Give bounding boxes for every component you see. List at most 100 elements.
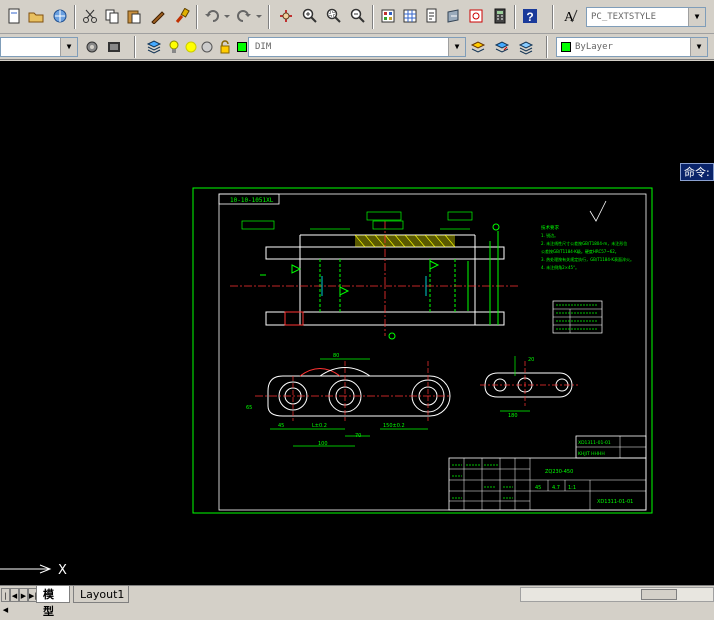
sun-icon[interactable]: [184, 37, 198, 57]
tool-palettes-icon[interactable]: [422, 6, 442, 26]
note-line: 1. 锐边。: [541, 232, 558, 238]
color-combo[interactable]: ByLayer ▼: [556, 37, 708, 57]
zoom-previous-icon[interactable]: [348, 6, 368, 26]
tab-model[interactable]: 模型: [36, 586, 70, 618]
horizontal-scrollbar[interactable]: [520, 587, 714, 602]
dim-label: 70: [355, 433, 361, 439]
match-properties-icon[interactable]: [148, 6, 168, 26]
command-prompt: 命令:: [684, 166, 710, 179]
note-line: 2. 未注线性尺寸公差按GB/T1804-m，未注形位: [541, 240, 627, 246]
pan-icon[interactable]: [276, 6, 296, 26]
color-swatch: [561, 41, 571, 52]
undo-icon[interactable]: [202, 6, 222, 26]
toolbar-separator: [552, 5, 554, 29]
layer-states-icon[interactable]: [516, 37, 536, 57]
scale: 1:1: [568, 485, 576, 491]
freeze-icon[interactable]: [200, 37, 214, 57]
fit-table: [552, 300, 603, 334]
redo-icon[interactable]: [234, 6, 254, 26]
workspace-combo[interactable]: ▼: [0, 37, 78, 57]
layer-combo[interactable]: DIM ▼: [248, 37, 466, 57]
help-icon[interactable]: ?: [520, 6, 540, 26]
open-file-icon[interactable]: [26, 6, 46, 26]
title-tag: 10-10-1051XL: [230, 197, 274, 204]
layers-toolbar: ▼ DIM ▼ ByLayer ▼: [0, 34, 714, 60]
dim-label: 100: [318, 441, 328, 447]
company-name: KHJIT HHHH: [578, 451, 605, 457]
layer-previous-icon[interactable]: [492, 37, 512, 57]
ucs-icon: X: [0, 563, 67, 578]
notes-title: 技术要求: [541, 224, 559, 231]
standard-toolbar: ? A PC_TEXTSTYLE ▼: [0, 0, 714, 34]
dim-label: 150±0.2: [383, 423, 405, 429]
dim-label: 180: [508, 413, 518, 419]
count: 4.7: [552, 485, 560, 491]
zoom-realtime-icon[interactable]: [300, 6, 320, 26]
side-view: 180 20: [480, 356, 578, 419]
calculator-icon[interactable]: [490, 6, 510, 26]
prev-tab-icon[interactable]: ◀: [10, 588, 19, 602]
chevron-down-icon[interactable]: ▼: [60, 38, 77, 56]
chevron-down-icon[interactable]: ▼: [688, 8, 705, 26]
title-block: ZQ230-450 XD1311-01-01 XD1311-01-01 KHJI…: [448, 435, 647, 511]
toolbar-separator: [514, 5, 516, 29]
workspace-settings-icon[interactable]: [82, 37, 102, 57]
chevron-down-icon[interactable]: ▼: [690, 38, 707, 56]
material: 45: [535, 485, 541, 491]
dim-label: L±0.2: [312, 423, 327, 429]
zoom-window-icon[interactable]: [324, 6, 344, 26]
toolbar-separator: [268, 5, 270, 29]
sheet-set-icon[interactable]: [444, 6, 464, 26]
redo-dropdown-icon[interactable]: [254, 6, 264, 26]
note-line: 公差按GB/T1184-K级。硬度HRC57~62。: [541, 248, 619, 254]
tab-model-label: 模型: [43, 588, 54, 618]
top-view: [230, 211, 520, 340]
lightbulb-icon[interactable]: [168, 37, 180, 57]
model-space-canvas[interactable]: 10-10-1051XL 技术要求 1. 锐边。 2. 未注线性尺寸公差按GB/…: [0, 61, 714, 585]
chevron-down-icon[interactable]: ▼: [448, 38, 465, 56]
layout-tab-bar: |◀ ◀ ▶ ▶| 模型 Layout1: [0, 585, 714, 618]
dim-label: 20: [528, 357, 534, 363]
markup-icon[interactable]: [466, 6, 486, 26]
cut-icon[interactable]: [80, 6, 100, 26]
color-square-icon: [236, 37, 248, 57]
tab-layout1-label: Layout1: [80, 588, 125, 601]
front-view: 80 45 65 L±0.2 150±0.2 100 70: [246, 353, 451, 447]
copy-icon[interactable]: [102, 6, 122, 26]
toolbar-separator: [546, 36, 548, 58]
properties-icon[interactable]: [378, 6, 398, 26]
text-style-icon[interactable]: A: [560, 6, 580, 26]
paste-icon[interactable]: [124, 6, 144, 26]
tab-layout1[interactable]: Layout1: [73, 586, 129, 603]
toolbar-separator: [74, 5, 76, 29]
svg-text:?: ?: [526, 10, 533, 24]
layer-properties-icon[interactable]: [144, 37, 164, 57]
drawing-number-small: XD1311-01-01: [578, 440, 611, 446]
dim-label: 65: [246, 405, 252, 411]
brush-icon[interactable]: [172, 6, 192, 26]
text-style-combo[interactable]: PC_TEXTSTYLE ▼: [586, 7, 706, 27]
first-tab-icon[interactable]: |◀: [1, 588, 10, 614]
note-line: 4. 未注倒角2×45°。: [541, 264, 579, 270]
part-name: ZQ230-450: [545, 469, 573, 475]
technical-notes: 技术要求 1. 锐边。 2. 未注线性尺寸公差按GB/T1804-m，未注形位 …: [541, 200, 634, 270]
make-current-icon[interactable]: [468, 37, 488, 57]
layer-value: DIM: [255, 42, 272, 52]
lock-icon[interactable]: [218, 37, 232, 57]
publish-icon[interactable]: [50, 6, 70, 26]
drawing-svg: 10-10-1051XL 技术要求 1. 锐边。 2. 未注线性尺寸公差按GB/…: [0, 187, 653, 578]
layer-manager-icon[interactable]: [104, 37, 124, 57]
next-tab-icon[interactable]: ▶: [19, 588, 28, 602]
new-file-icon[interactable]: [4, 6, 24, 26]
dim-label: 45: [278, 423, 284, 429]
drawing-number: XD1311-01-01: [597, 499, 633, 505]
roughness-symbol: [589, 200, 607, 222]
undo-dropdown-icon[interactable]: [222, 6, 232, 26]
note-line: 3. 热处理按有关规定执行，GB/T1184-K表面淬火。: [541, 256, 634, 262]
command-line[interactable]: 命令:: [680, 163, 714, 181]
toolbar-separator: [372, 5, 374, 29]
color-value: ByLayer: [575, 42, 613, 52]
toolbar-separator: [134, 36, 136, 58]
scrollbar-thumb[interactable]: [641, 589, 677, 600]
design-center-icon[interactable]: [400, 6, 420, 26]
